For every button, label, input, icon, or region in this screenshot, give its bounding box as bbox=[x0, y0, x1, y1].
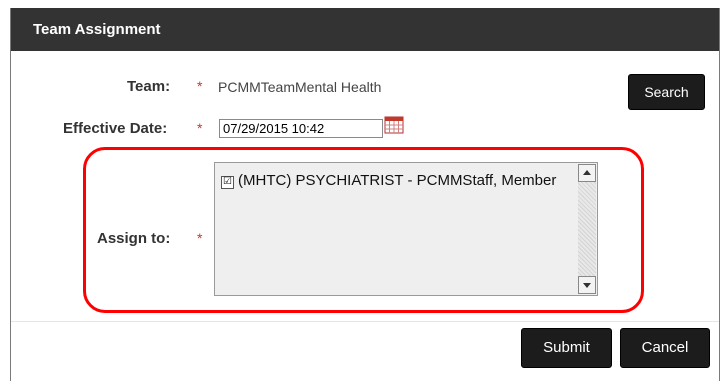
team-label: Team: bbox=[127, 78, 171, 95]
calendar-icon[interactable] bbox=[384, 116, 404, 134]
submit-button[interactable]: Submit bbox=[521, 328, 612, 368]
cancel-button-label: Cancel bbox=[641, 339, 689, 356]
effective-date-input[interactable] bbox=[219, 119, 383, 138]
footer-divider bbox=[11, 321, 719, 322]
cancel-button[interactable]: Cancel bbox=[620, 328, 710, 368]
search-button[interactable]: Search bbox=[628, 74, 705, 110]
highlight-annotation bbox=[83, 147, 644, 313]
search-button-label: Search bbox=[644, 84, 689, 100]
team-value: PCMMTeamMental Health bbox=[218, 79, 382, 95]
dialog-title: Team Assignment bbox=[11, 8, 719, 51]
submit-button-label: Submit bbox=[543, 339, 590, 356]
effective-date-required-marker: * bbox=[197, 120, 203, 136]
team-required-marker: * bbox=[197, 78, 203, 94]
team-assignment-dialog: Team Assignment Team: * PCMMTeamMental H… bbox=[10, 8, 720, 381]
effective-date-label: Effective Date: bbox=[63, 120, 168, 137]
